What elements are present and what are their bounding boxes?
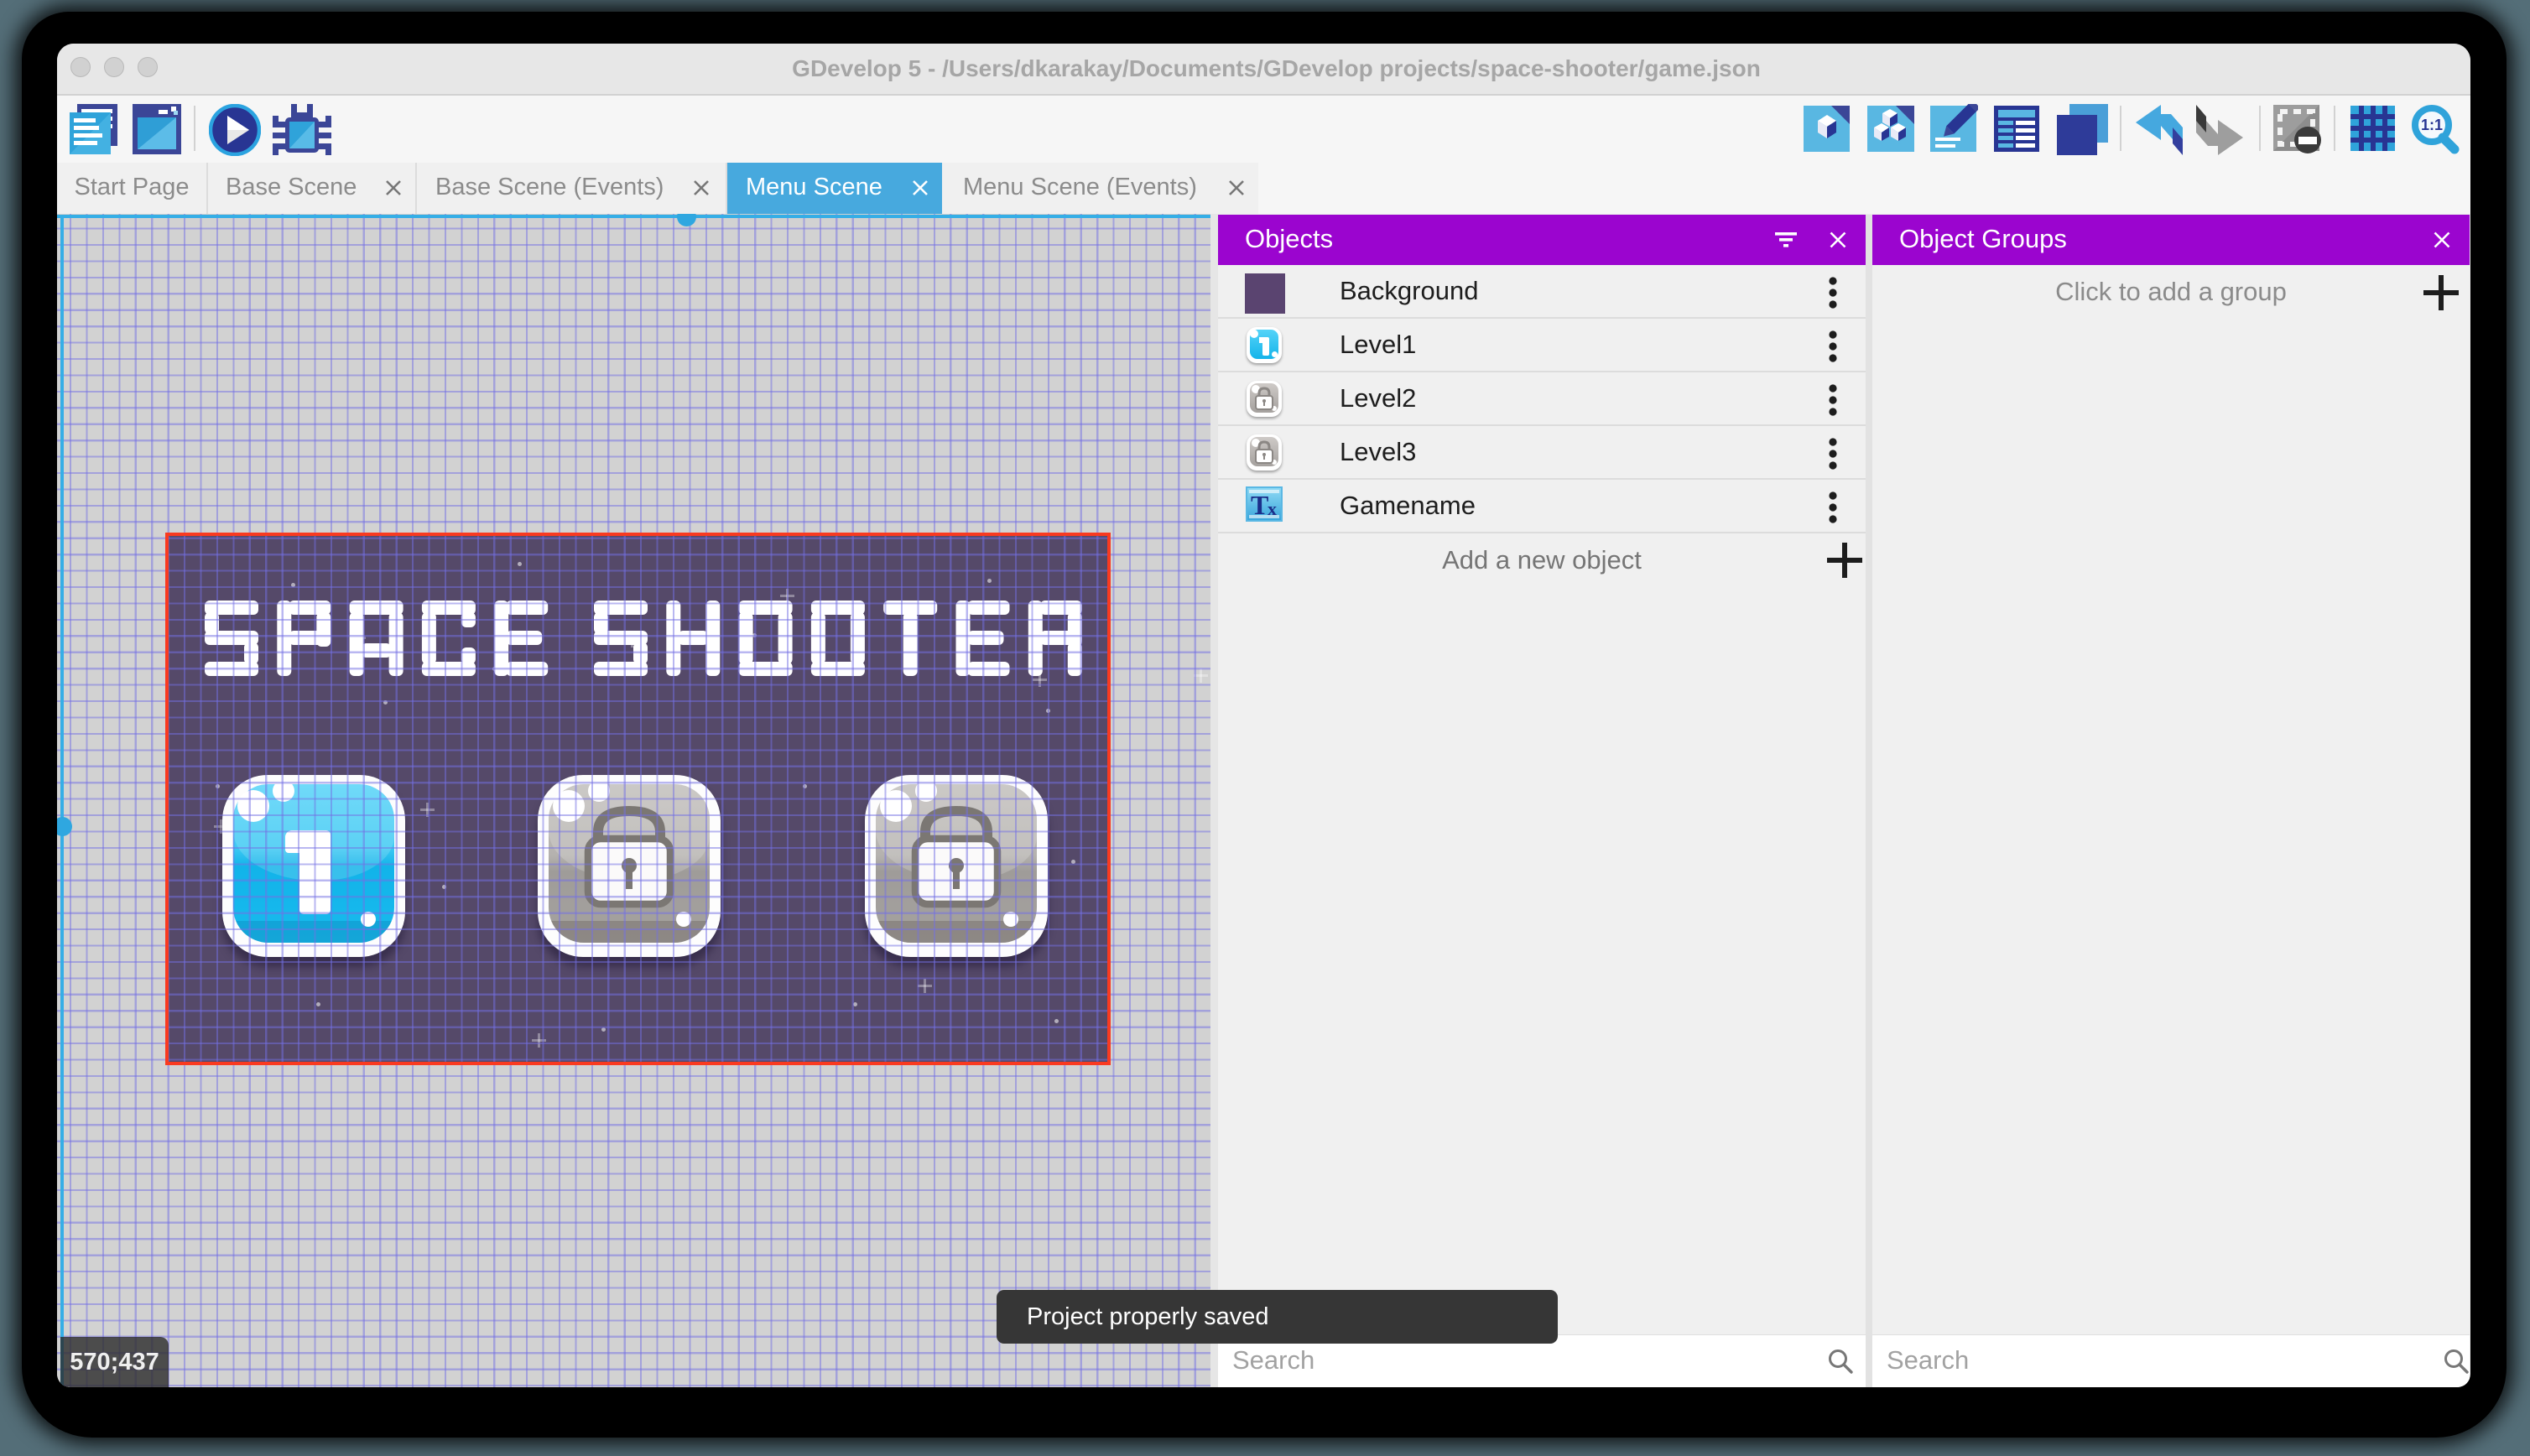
svg-text:1:1: 1:1 [2421, 117, 2443, 133]
